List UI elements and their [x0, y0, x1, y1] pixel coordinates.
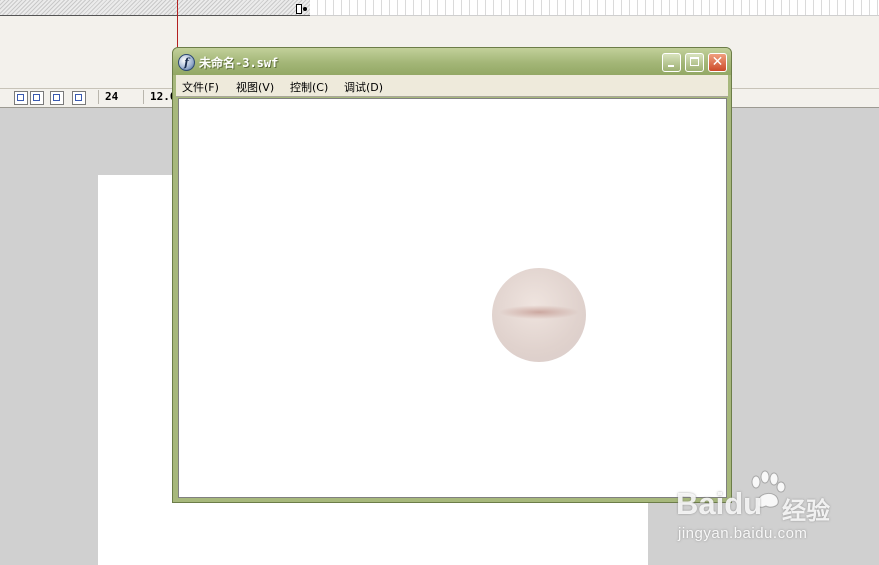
- maximize-icon: [690, 57, 699, 66]
- window-title: 未命名-3.swf: [199, 56, 279, 70]
- close-icon: ✕: [711, 54, 724, 70]
- menu-view[interactable]: 视图(V): [236, 79, 274, 95]
- baidu-jingyan-watermark: Baidu 经验 jingyan.baidu.com: [672, 470, 862, 550]
- watermark-logo: Baidu: [676, 486, 763, 521]
- menu-debug[interactable]: 调试(D): [344, 79, 383, 95]
- timeline: [0, 0, 879, 17]
- onion-skin-icon[interactable]: [14, 91, 28, 105]
- close-button[interactable]: ✕: [708, 53, 727, 72]
- onion-outline-icon[interactable]: [30, 91, 44, 105]
- minimize-icon: [668, 65, 674, 67]
- timeline-layer-row[interactable]: [0, 0, 310, 16]
- menu-bar: 文件(F) 视图(V) 控制(C) 调试(D): [176, 75, 728, 97]
- keyframe-marker-icon: [296, 4, 302, 14]
- swf-content-area[interactable]: [178, 98, 727, 498]
- flash-player-icon[interactable]: f: [178, 54, 195, 71]
- title-bar[interactable]: f 未命名-3.swf ✕: [173, 48, 731, 75]
- timeline-frame-cells[interactable]: [310, 0, 879, 16]
- maximize-button[interactable]: [685, 53, 704, 72]
- circle-sprite: [492, 268, 586, 362]
- minimize-button[interactable]: [662, 53, 681, 72]
- current-frame-field: 24: [98, 90, 118, 104]
- onion-markers-icon[interactable]: [72, 91, 86, 105]
- menu-control[interactable]: 控制(C): [290, 79, 328, 95]
- menu-file[interactable]: 文件(F): [182, 79, 219, 95]
- edit-multiple-frames-icon[interactable]: [50, 91, 64, 105]
- player-window: f 未命名-3.swf ✕ 文件(F) 视图(V) 控制(C) 调试(D): [172, 47, 732, 503]
- watermark-url: jingyan.baidu.com: [678, 525, 808, 542]
- keyframe-dot-icon: [303, 7, 307, 11]
- watermark-brand: 经验: [782, 497, 830, 525]
